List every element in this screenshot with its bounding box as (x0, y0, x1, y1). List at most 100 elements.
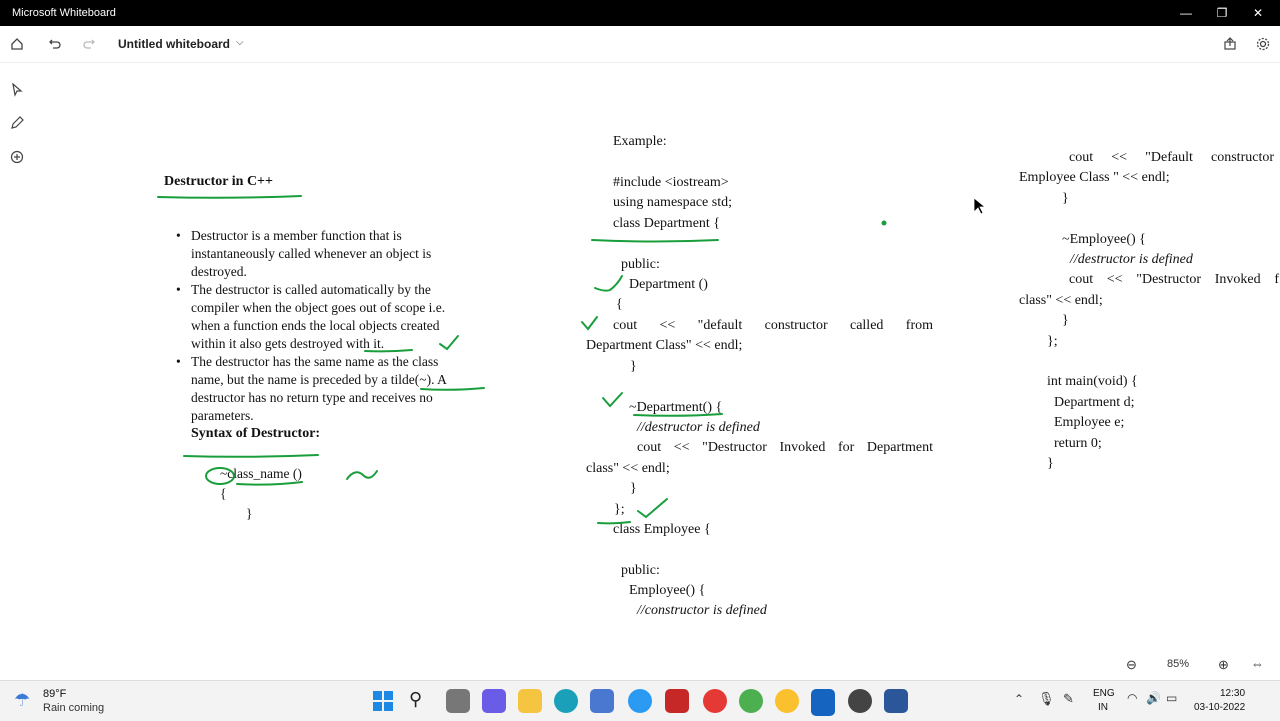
bullet-line: compiler when the object goes out of sco… (191, 300, 446, 315)
chevron-up-icon[interactable]: ⌃ (1014, 692, 1024, 706)
fit-to-screen-icon[interactable]: ⇔ (1251, 656, 1264, 671)
whiteboard-canvas[interactable]: Destructor in C++ • Destructor is a memb… (0, 62, 1280, 680)
zoom-out-icon[interactable]: ⊖ (1126, 657, 1137, 673)
microphone-icon[interactable]: 🎙 (1038, 691, 1055, 707)
weather-text[interactable]: Rain coming (43, 702, 104, 714)
start-icon[interactable] (372, 690, 394, 712)
bullet-item: • The destructor has the same name as th… (176, 353, 496, 425)
whiteboard-app-icon[interactable] (811, 689, 835, 716)
bullet-line: The destructor has the same name as the … (191, 354, 439, 369)
edge-icon[interactable] (554, 689, 578, 713)
opera-icon[interactable] (703, 689, 727, 713)
obs-icon[interactable] (848, 689, 872, 713)
zoom-in-icon[interactable]: ⊕ (1218, 657, 1229, 673)
bullet-list: • Destructor is a member function that i… (176, 227, 496, 443)
code-line: Example: (613, 134, 667, 149)
bullet-item: • Destructor is a member function that i… (176, 227, 496, 281)
syntax-line: } (246, 506, 253, 521)
volume-icon[interactable]: 🔊 (1146, 691, 1161, 705)
code-line: class Department { (613, 216, 721, 231)
bullet-line: when a function ends the local objects c… (191, 318, 440, 333)
code-line: } (1062, 191, 1069, 206)
code-line: cout << "Destructor Invoked for Departme… (637, 440, 933, 455)
code-line: ~Department() { (629, 400, 723, 415)
code-line: } (630, 481, 637, 496)
syntax-line: { (220, 486, 227, 501)
maximize-button[interactable]: ❐ (1204, 0, 1240, 26)
file-explorer-icon[interactable] (518, 689, 542, 713)
code-comment: //destructor is defined (1070, 252, 1193, 267)
bullet-line: parameters. (191, 408, 254, 423)
bullet-item: • The destructor is called automatically… (176, 281, 496, 353)
syntax-line: ~class_name () (220, 466, 302, 481)
bullet-line: The destructor is called automatically b… (191, 282, 431, 297)
whiteboard-title[interactable]: Untitled whiteboard (118, 37, 230, 51)
section-heading: Destructor in C++ (164, 174, 274, 189)
code-line: } (630, 359, 637, 374)
close-button[interactable]: ✕ (1240, 0, 1276, 26)
code-line: class Employee { (613, 522, 711, 537)
code-line: class" << endl; (1019, 293, 1103, 308)
pen-menu-icon[interactable]: ✎ (1063, 691, 1074, 707)
mouse-cursor-icon (973, 197, 987, 215)
language-top[interactable]: ENG (1093, 688, 1115, 699)
weather-icon[interactable]: ☂ (14, 690, 30, 711)
chat-icon[interactable] (482, 689, 506, 713)
code-comment: //destructor is defined (637, 420, 760, 435)
code-line: }; (1047, 334, 1058, 349)
code-line: #include <iostream> (613, 175, 729, 190)
word-icon[interactable] (884, 689, 908, 713)
code-line: Employee() { (629, 583, 706, 598)
minimize-button[interactable]: — (1168, 0, 1204, 26)
battery-icon[interactable]: ▭ (1166, 691, 1177, 705)
task-view-icon[interactable] (446, 689, 470, 713)
bullet-line: name, but the name is preceded by a tild… (191, 372, 447, 387)
code-line: int main(void) { (1047, 374, 1138, 389)
share-icon[interactable] (1220, 34, 1240, 54)
code-line: using namespace std; (613, 195, 732, 210)
code-line: }; (614, 502, 625, 517)
chevron-down-icon[interactable]: ⌵ (236, 37, 244, 48)
title-bar: Microsoft Whiteboard — ❐ ✕ (0, 0, 1280, 26)
bullet-line: instantaneously called whenever an objec… (191, 246, 432, 261)
undo-icon[interactable] (45, 34, 65, 54)
clock-date[interactable]: 03-10-2022 (1194, 702, 1245, 713)
zoom-level[interactable]: 85% (1167, 658, 1189, 670)
wifi-icon[interactable]: ◠ (1127, 691, 1137, 705)
chrome-profile-icon[interactable] (775, 689, 799, 713)
language-bottom[interactable]: IN (1098, 702, 1108, 713)
home-icon[interactable] (7, 34, 27, 54)
code-line: class" << endl; (586, 461, 670, 476)
code-line: Department () (629, 277, 708, 292)
settings-gear-icon[interactable] (1253, 34, 1273, 54)
syntax-heading: Syntax of Destructor: (191, 426, 321, 441)
store-icon[interactable] (590, 689, 614, 713)
code-line: { (616, 297, 623, 312)
code-line: Employee e; (1054, 415, 1125, 430)
code-line: cout << "Default constructor (1069, 150, 1274, 165)
browser-icon[interactable] (628, 689, 652, 713)
redo-icon[interactable] (79, 34, 99, 54)
code-line: Department d; (1054, 395, 1135, 410)
taskbar: ☂ 89°F Rain coming ⚲ ⌃ 🎙 ✎ ENG IN ◠ 🔊 ▭ … (0, 680, 1280, 721)
code-line: cout << "default constructor called from (613, 318, 933, 333)
code-comment: //constructor is defined (637, 603, 767, 618)
weather-temp[interactable]: 89°F (43, 688, 66, 700)
code-line: } (1062, 313, 1069, 328)
code-line: Employee Class " << endl; (1019, 170, 1170, 185)
bullet-line: destroyed. (191, 264, 247, 279)
code-line: Department Class" << endl; (586, 338, 743, 353)
bullet-line: within it also gets destroyed with it. (191, 336, 385, 351)
code-line: public: (621, 257, 660, 272)
window-title: Microsoft Whiteboard (12, 7, 116, 19)
code-line: cout << "Destructor Invoked f (1069, 272, 1279, 287)
search-icon[interactable]: ⚲ (409, 689, 422, 710)
code-line: return 0; (1054, 436, 1102, 451)
clock-time[interactable]: 12:30 (1220, 688, 1245, 699)
chrome-icon[interactable] (739, 689, 763, 713)
code-line: public: (621, 563, 660, 578)
mcafee-icon[interactable] (665, 689, 689, 713)
app-toolbar: Untitled whiteboard ⌵ (0, 26, 1280, 63)
code-line: } (1047, 456, 1054, 471)
code-line: ~Employee() { (1062, 232, 1146, 247)
